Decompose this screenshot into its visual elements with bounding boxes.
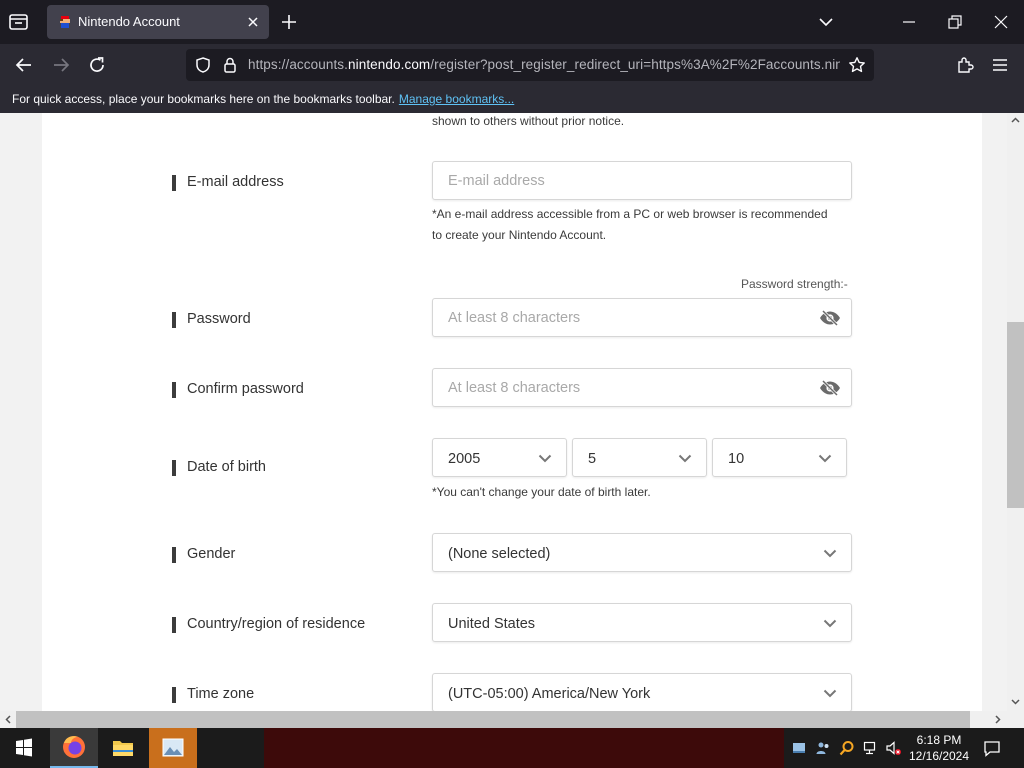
- birth-day-select[interactable]: 10: [712, 438, 847, 477]
- email-note-line2: to create your Nintendo Account.: [432, 228, 607, 242]
- chevron-down-icon[interactable]: [817, 14, 835, 30]
- country-value: United States: [448, 616, 536, 632]
- scroll-down-arrow-icon[interactable]: [1011, 699, 1020, 705]
- email-field-wrapper: [432, 161, 852, 200]
- birth-year-value: 2005: [448, 451, 481, 467]
- hamburger-menu-icon[interactable]: [991, 56, 1009, 74]
- tracking-protection-shield-icon[interactable]: [194, 56, 212, 74]
- confirm-password-field[interactable]: [433, 369, 851, 406]
- extensions-puzzle-icon[interactable]: [955, 55, 975, 75]
- browser-tab-bar: Nintendo Account: [0, 0, 1024, 44]
- gender-label: Gender: [172, 546, 235, 563]
- scroll-left-arrow-icon[interactable]: [5, 715, 11, 724]
- windows-start-icon[interactable]: [0, 728, 48, 768]
- search-tray-icon[interactable]: [839, 740, 855, 756]
- chevron-down-icon: [823, 549, 837, 558]
- lock-icon[interactable]: [222, 56, 238, 74]
- gender-select[interactable]: (None selected): [432, 533, 852, 572]
- chevron-down-icon: [538, 454, 552, 463]
- chevron-down-icon: [823, 619, 837, 628]
- reload-icon[interactable]: [87, 55, 107, 75]
- url-domain: nintendo.com: [348, 57, 431, 72]
- tab-list-icon[interactable]: [8, 12, 30, 32]
- chevron-down-icon: [678, 454, 692, 463]
- email-note-line1: *An e-mail address accessible from a PC …: [432, 207, 828, 221]
- chevron-down-icon: [823, 689, 837, 698]
- page-viewport: shown to others without prior notice. E-…: [0, 113, 1007, 711]
- scroll-up-arrow-icon[interactable]: [1011, 117, 1020, 123]
- network-icon[interactable]: [863, 740, 879, 756]
- horizontal-scrollbar-thumb[interactable]: [16, 711, 970, 728]
- image-viewer-icon: [162, 738, 184, 757]
- back-arrow-icon[interactable]: [14, 55, 34, 75]
- password-strength-indicator: Password strength:-: [741, 277, 848, 291]
- url-prefix: https://accounts.: [248, 57, 349, 72]
- minimize-window-icon[interactable]: [900, 14, 918, 30]
- tab-title: Nintendo Account: [78, 14, 180, 29]
- vertical-scrollbar[interactable]: [1007, 113, 1024, 711]
- tab-nintendo-account[interactable]: Nintendo Account: [47, 5, 269, 39]
- form-lead-text: shown to others without prior notice.: [432, 114, 625, 128]
- folder-icon: [113, 741, 133, 756]
- eye-slash-icon[interactable]: [819, 310, 841, 326]
- address-bar[interactable]: https://accounts.nintendo.com/register?p…: [186, 49, 874, 81]
- timezone-select[interactable]: (UTC-05:00) America/New York: [432, 673, 852, 711]
- url-suffix: /register?post_register_redirect_uri=htt…: [430, 57, 840, 72]
- confirm-password-field-wrapper: [432, 368, 852, 407]
- password-field-wrapper: [432, 298, 852, 337]
- email-field[interactable]: [433, 162, 851, 199]
- email-label: E-mail address: [172, 174, 284, 191]
- chevron-down-icon: [818, 454, 832, 463]
- volume-muted-icon[interactable]: [885, 740, 901, 756]
- url-text[interactable]: https://accounts.nintendo.com/register?p…: [248, 57, 840, 72]
- taskbar-firefox[interactable]: [50, 728, 98, 768]
- date-of-birth-note: *You can't change your date of birth lat…: [432, 485, 651, 499]
- confirm-password-label: Confirm password: [172, 381, 304, 398]
- email-note: *An e-mail address accessible from a PC …: [432, 204, 828, 246]
- browser-nav-bar: https://accounts.nintendo.com/register?p…: [0, 44, 1024, 86]
- close-tab-icon[interactable]: [245, 14, 261, 30]
- vertical-scrollbar-thumb[interactable]: [1007, 322, 1024, 508]
- clock-date: 12/16/2024: [908, 749, 970, 763]
- mario-favicon-icon: [60, 16, 70, 28]
- password-field[interactable]: [433, 299, 851, 336]
- people-icon[interactable]: [815, 740, 831, 756]
- date-of-birth-label: Date of birth: [172, 459, 266, 476]
- birth-month-value: 5: [588, 451, 597, 467]
- firefox-icon: [63, 736, 85, 758]
- horizontal-scrollbar[interactable]: [0, 711, 1024, 728]
- eye-slash-icon[interactable]: [819, 380, 841, 396]
- new-tab-icon[interactable]: [280, 13, 298, 31]
- scroll-right-arrow-icon[interactable]: [995, 715, 1001, 724]
- taskbar-app-3[interactable]: [149, 728, 197, 768]
- timezone-value: (UTC-05:00) America/New York: [448, 686, 651, 702]
- tray-app-icon[interactable]: [791, 740, 807, 756]
- timezone-label: Time zone: [172, 686, 254, 703]
- clock-time: 6:18 PM: [916, 733, 962, 747]
- manage-bookmarks-link[interactable]: Manage bookmarks...: [399, 92, 514, 106]
- desktop-wallpaper-strip: [264, 728, 784, 768]
- notification-center-icon[interactable]: [983, 739, 1001, 757]
- bookmarks-message-text: For quick access, place your bookmarks h…: [12, 92, 395, 106]
- birth-month-select[interactable]: 5: [572, 438, 707, 477]
- bookmark-star-icon[interactable]: [848, 56, 866, 74]
- registration-form-card: shown to others without prior notice. E-…: [42, 113, 982, 711]
- windows-taskbar: 6:18 PM 12/16/2024: [0, 728, 1024, 768]
- forward-arrow-icon[interactable]: [51, 55, 71, 75]
- birth-year-select[interactable]: 2005: [432, 438, 567, 477]
- gender-value: (None selected): [448, 546, 551, 562]
- country-select[interactable]: United States: [432, 603, 852, 642]
- bookmarks-message: For quick access, place your bookmarks h…: [12, 92, 514, 106]
- country-label: Country/region of residence: [172, 616, 365, 633]
- password-label: Password: [172, 311, 251, 328]
- close-window-icon[interactable]: [992, 13, 1010, 31]
- birth-day-value: 10: [728, 451, 745, 467]
- restore-window-icon[interactable]: [946, 13, 964, 31]
- taskbar-clock[interactable]: 6:18 PM 12/16/2024: [908, 732, 970, 764]
- taskbar-file-explorer[interactable]: [99, 728, 147, 768]
- bookmarks-toolbar: For quick access, place your bookmarks h…: [0, 86, 1024, 113]
